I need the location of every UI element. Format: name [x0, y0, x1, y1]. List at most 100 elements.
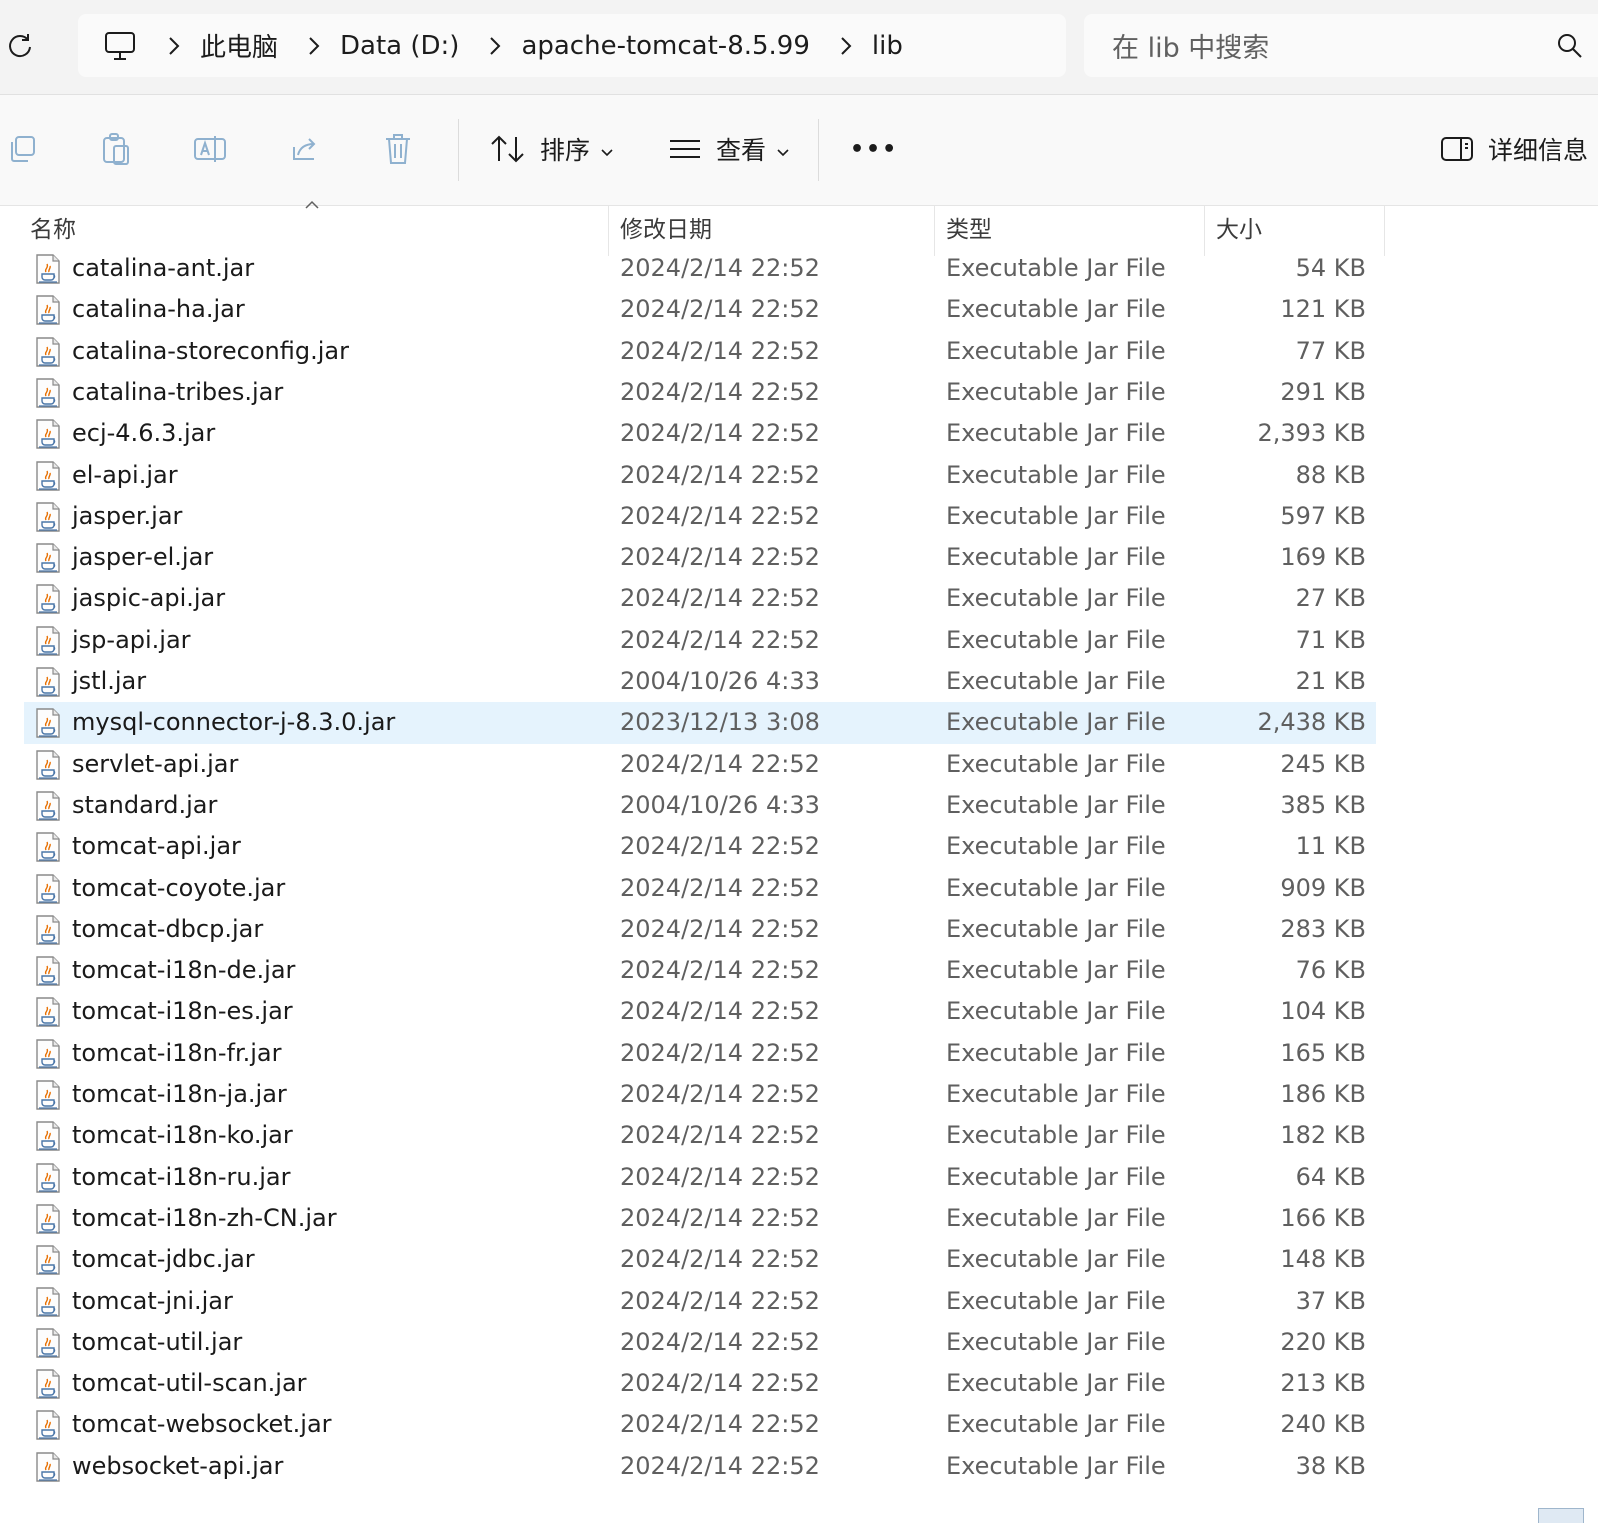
file-row[interactable]: tomcat-websocket.jar 2024/2/14 22:52 Execu… [24, 1404, 1376, 1446]
resize-grip[interactable] [1538, 1508, 1584, 1523]
file-date: 2024/2/14 22:52 [620, 419, 820, 448]
chevron-right-icon[interactable] [162, 36, 186, 56]
toolbar-divider [818, 119, 819, 181]
address-bar-row: 此电脑 Data (D:) apache-tomcat-8.5.99 lib 在… [0, 0, 1598, 95]
file-row[interactable]: jaspic-api.jar 2024/2/14 22:52 Executable … [24, 578, 1376, 620]
share-icon[interactable] [286, 131, 322, 167]
file-name: tomcat-websocket.jar [72, 1410, 332, 1439]
file-name: jsp-api.jar [72, 625, 191, 654]
chevron-down-icon [600, 135, 614, 164]
file-type: Executable Jar File [946, 543, 1166, 572]
jar-file-icon [32, 1286, 64, 1318]
jar-file-icon [32, 501, 64, 533]
file-type: Executable Jar File [946, 914, 1166, 943]
sort-button[interactable]: 排序 [490, 125, 614, 173]
file-type: Executable Jar File [946, 254, 1166, 282]
file-row[interactable]: catalina-tribes.jar 2024/2/14 22:52 Execut… [24, 372, 1376, 414]
chevron-right-icon[interactable] [302, 36, 326, 56]
file-row[interactable]: tomcat-i18n-ru.jar 2024/2/14 22:52 Executa… [24, 1157, 1376, 1199]
file-row[interactable]: mysql-connector-j-8.3.0.jar 2023/12/13 3:… [24, 702, 1376, 745]
jar-file-icon [32, 707, 64, 739]
file-row[interactable]: tomcat-util-scan.jar 2024/2/14 22:52 Execu… [24, 1363, 1376, 1405]
file-type: Executable Jar File [946, 584, 1166, 613]
file-name: tomcat-i18n-es.jar [72, 997, 293, 1026]
file-size: 186 KB [1280, 1080, 1366, 1108]
column-header-name[interactable]: 名称 [30, 206, 598, 248]
view-button[interactable]: 查看 [668, 125, 790, 173]
chevron-right-icon[interactable] [834, 36, 858, 56]
file-date: 2024/2/14 22:52 [620, 1245, 820, 1274]
jar-file-icon [32, 1409, 64, 1441]
breadcrumb-item-this-pc[interactable]: 此电脑 [200, 27, 278, 64]
file-type: Executable Jar File [946, 625, 1166, 654]
file-row[interactable]: tomcat-i18n-fr.jar 2024/2/14 22:52 Executa… [24, 1033, 1376, 1075]
computer-icon[interactable] [102, 28, 138, 64]
search-input[interactable]: 在 lib 中搜索 [1084, 14, 1598, 77]
copy-icon[interactable] [4, 131, 40, 167]
file-size: 27 KB [1295, 584, 1366, 613]
column-divider[interactable] [1384, 206, 1385, 256]
file-type: Executable Jar File [946, 790, 1166, 819]
file-row[interactable]: tomcat-i18n-zh-CN.jar 2024/2/14 22:52 Exec… [24, 1198, 1376, 1240]
column-header-date[interactable]: 修改日期 [620, 206, 930, 248]
sort-icon [490, 134, 526, 164]
file-row[interactable]: servlet-api.jar 2024/2/14 22:52 Executable… [24, 744, 1376, 786]
chevron-right-icon[interactable] [483, 36, 507, 56]
file-row[interactable]: tomcat-i18n-de.jar 2024/2/14 22:52 Executa… [24, 950, 1376, 992]
column-header-size[interactable]: 大小 [1216, 206, 1376, 248]
file-row[interactable]: tomcat-api.jar 2024/2/14 22:52 Executable … [24, 826, 1376, 868]
jar-file-icon [32, 1120, 64, 1152]
breadcrumb[interactable]: 此电脑 Data (D:) apache-tomcat-8.5.99 lib [78, 14, 1066, 77]
jar-file-icon [32, 914, 64, 946]
file-name: websocket-api.jar [72, 1451, 284, 1480]
file-name: tomcat-i18n-zh-CN.jar [72, 1203, 337, 1232]
file-type: Executable Jar File [946, 295, 1166, 324]
file-row[interactable]: tomcat-coyote.jar 2024/2/14 22:52 Executab… [24, 868, 1376, 910]
refresh-icon[interactable] [4, 30, 36, 62]
file-row[interactable]: catalina-ant.jar 2024/2/14 22:52 Executabl… [24, 248, 1376, 290]
file-name: el-api.jar [72, 460, 178, 489]
more-options-button[interactable]: ••• [850, 125, 898, 173]
file-row[interactable]: tomcat-i18n-ko.jar 2024/2/14 22:52 Executa… [24, 1115, 1376, 1157]
file-row[interactable]: jsp-api.jar 2024/2/14 22:52 Executable Jar… [24, 620, 1376, 662]
file-row[interactable]: jasper-el.jar 2024/2/14 22:52 Executable J… [24, 537, 1376, 579]
file-row[interactable]: tomcat-i18n-es.jar 2024/2/14 22:52 Executa… [24, 991, 1376, 1033]
file-size: 2,393 KB [1257, 419, 1366, 448]
file-row[interactable]: standard.jar 2004/10/26 4:33 Executable Ja… [24, 785, 1376, 827]
details-pane-button[interactable]: 详细信息 [1440, 125, 1588, 173]
file-row[interactable]: tomcat-jdbc.jar 2024/2/14 22:52 Executable… [24, 1239, 1376, 1281]
file-row[interactable]: tomcat-jni.jar 2024/2/14 22:52 Executable … [24, 1281, 1376, 1323]
delete-icon[interactable] [380, 131, 416, 167]
rename-icon[interactable] [192, 131, 228, 167]
file-date: 2024/2/14 22:52 [620, 460, 820, 489]
search-icon[interactable] [1556, 32, 1584, 60]
column-header-type[interactable]: 类型 [946, 206, 1196, 248]
breadcrumb-item-drive[interactable]: Data (D:) [340, 31, 459, 61]
breadcrumb-item-tomcat[interactable]: apache-tomcat-8.5.99 [521, 31, 809, 61]
file-row[interactable]: ecj-4.6.3.jar 2024/2/14 22:52 Executable J… [24, 413, 1376, 455]
file-size: 597 KB [1280, 501, 1366, 530]
file-row[interactable]: catalina-storeconfig.jar 2024/2/14 22:52 E… [24, 331, 1376, 373]
file-name: tomcat-i18n-de.jar [72, 956, 296, 985]
details-label: 详细信息 [1488, 136, 1589, 165]
file-row[interactable]: jasper.jar 2024/2/14 22:52 Executable Jar … [24, 496, 1376, 538]
file-row[interactable]: el-api.jar 2024/2/14 22:52 Executable Jar … [24, 455, 1376, 497]
jar-file-icon [32, 1327, 64, 1359]
jar-file-icon [32, 336, 64, 368]
file-date: 2024/2/14 22:52 [620, 1369, 820, 1398]
file-row[interactable]: tomcat-i18n-ja.jar 2024/2/14 22:52 Executa… [24, 1074, 1376, 1116]
file-row[interactable]: websocket-api.jar 2024/2/14 22:52 Executab… [24, 1446, 1376, 1488]
paste-icon[interactable] [98, 131, 134, 167]
file-row[interactable]: tomcat-util.jar 2024/2/14 22:52 Executable… [24, 1322, 1376, 1364]
file-name: jasper-el.jar [72, 543, 214, 572]
file-name: tomcat-i18n-ru.jar [72, 1162, 291, 1191]
file-type: Executable Jar File [946, 1451, 1166, 1480]
file-date: 2024/2/14 22:52 [620, 956, 820, 985]
file-row[interactable]: tomcat-dbcp.jar 2024/2/14 22:52 Executable… [24, 909, 1376, 951]
file-row[interactable]: catalina-ha.jar 2024/2/14 22:52 Executable… [24, 289, 1376, 331]
breadcrumb-item-lib[interactable]: lib [872, 31, 903, 61]
jar-file-icon [32, 1451, 64, 1483]
file-name: standard.jar [72, 790, 218, 819]
file-name: tomcat-dbcp.jar [72, 914, 264, 943]
file-row[interactable]: jstl.jar 2004/10/26 4:33 Executable Jar Fi… [24, 661, 1376, 703]
